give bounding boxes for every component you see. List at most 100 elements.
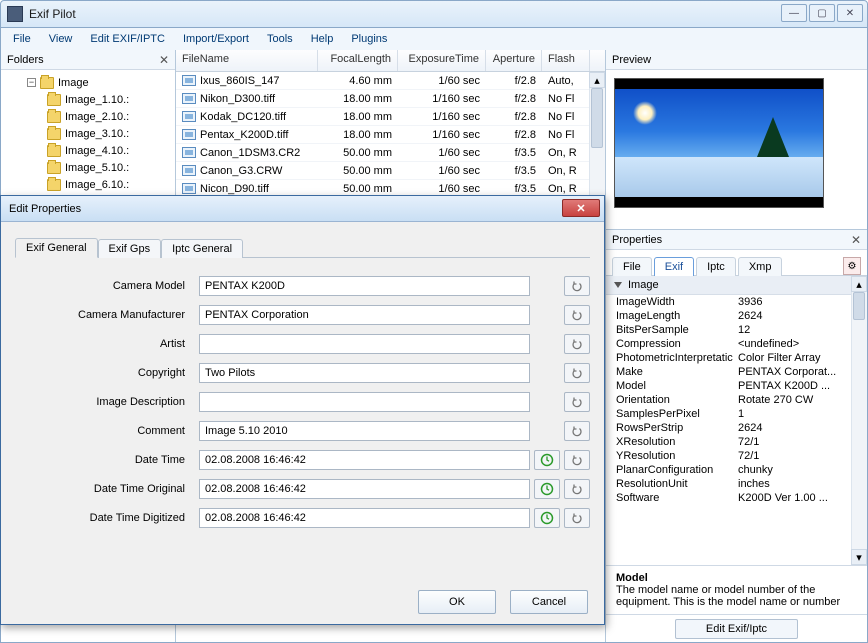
tree-collapse-icon[interactable]: − xyxy=(27,78,36,87)
field-input-artist[interactable] xyxy=(199,334,530,354)
undo-icon[interactable] xyxy=(564,334,590,354)
column-aperture[interactable]: Aperture xyxy=(486,50,542,71)
dialog-tab-exif-gps[interactable]: Exif Gps xyxy=(98,239,162,258)
tree-root-label[interactable]: Image xyxy=(58,77,89,89)
field-input-date-time[interactable] xyxy=(199,450,530,470)
field-input-date-time-digitized[interactable] xyxy=(199,508,530,528)
scroll-thumb[interactable] xyxy=(853,292,865,320)
table-row[interactable]: Canon_G3.CRW50.00 mm1/60 secf/3.5On, R xyxy=(176,162,605,180)
tree-item[interactable]: Image_5.10.: xyxy=(3,159,173,176)
undo-icon[interactable] xyxy=(564,305,590,325)
clock-icon[interactable] xyxy=(534,479,560,499)
scroll-thumb[interactable] xyxy=(591,88,603,148)
expand-icon[interactable] xyxy=(614,282,622,288)
field-input-date-time-original[interactable] xyxy=(199,479,530,499)
property-row[interactable]: ModelPENTAX K200D ... xyxy=(606,379,867,393)
undo-icon[interactable] xyxy=(564,392,590,412)
folder-tree[interactable]: − Image Image_1.10.:Image_2.10.: Image_3.10… xyxy=(1,70,175,197)
field-input-copyright[interactable] xyxy=(199,363,530,383)
tree-item[interactable]: Image_4.10.: xyxy=(3,142,173,159)
file-table-header[interactable]: FileNameFocalLengthExposureTimeApertureF… xyxy=(176,50,605,72)
flash: On, R xyxy=(542,183,590,195)
properties-close-icon[interactable]: ✕ xyxy=(851,233,861,247)
property-row[interactable]: PhotometricInterpretaticColor Filter Arr… xyxy=(606,351,867,365)
clock-icon[interactable] xyxy=(534,450,560,470)
cancel-button[interactable]: Cancel xyxy=(510,590,588,614)
tab-file[interactable]: File xyxy=(612,257,652,276)
aperture: f/3.5 xyxy=(486,147,542,159)
file-name: Canon_G3.CRW xyxy=(200,165,282,177)
property-row[interactable]: PlanarConfigurationchunky xyxy=(606,463,867,477)
menu-tools[interactable]: Tools xyxy=(259,31,301,47)
tree-item-label: Image_3.10.: xyxy=(65,128,129,140)
undo-icon[interactable] xyxy=(564,363,590,383)
table-row[interactable]: Nikon_D300.tiff18.00 mm1/160 secf/2.8No … xyxy=(176,90,605,108)
table-row[interactable]: Ixus_860IS_1474.60 mm1/60 secf/2.8Auto, xyxy=(176,72,605,90)
scroll-up-icon[interactable]: ▴ xyxy=(589,72,605,88)
property-row[interactable]: Compression<undefined> xyxy=(606,337,867,351)
folders-close-icon[interactable]: ✕ xyxy=(159,53,169,67)
properties-list[interactable]: Image ▴ ▾ ImageWidth3936ImageLength2624B… xyxy=(606,276,867,565)
dialog-tab-exif-general[interactable]: Exif General xyxy=(15,238,98,258)
dialog-titlebar[interactable]: Edit Properties ✕ xyxy=(1,196,604,222)
focal-length: 50.00 mm xyxy=(318,165,398,177)
property-row[interactable]: MakePENTAX Corporat... xyxy=(606,365,867,379)
tree-item[interactable]: Image_3.10.: xyxy=(3,125,173,142)
menu-edit-exif-iptc[interactable]: Edit EXIF/IPTC xyxy=(82,31,173,47)
undo-icon[interactable] xyxy=(564,276,590,296)
column-exposuretime[interactable]: ExposureTime xyxy=(398,50,486,71)
props-scrollbar[interactable]: ▴ ▾ xyxy=(851,276,867,565)
menu-view[interactable]: View xyxy=(41,31,81,47)
titlebar[interactable]: Exif Pilot — ▢ ✕ xyxy=(0,0,868,28)
property-row[interactable]: YResolution72/1 xyxy=(606,449,867,463)
menu-file[interactable]: File xyxy=(5,31,39,47)
tab-xmp[interactable]: Xmp xyxy=(738,257,783,276)
aperture: f/3.5 xyxy=(486,165,542,177)
minimize-button[interactable]: — xyxy=(781,4,807,22)
property-row[interactable]: ImageLength2624 xyxy=(606,309,867,323)
property-row[interactable]: OrientationRotate 270 CW xyxy=(606,393,867,407)
table-row[interactable]: Kodak_DC120.tiff18.00 mm1/160 secf/2.8No… xyxy=(176,108,605,126)
property-row[interactable]: SamplesPerPixel1 xyxy=(606,407,867,421)
menu-import-export[interactable]: Import/Export xyxy=(175,31,257,47)
table-row[interactable]: Pentax_K200D.tiff18.00 mm1/160 secf/2.8N… xyxy=(176,126,605,144)
field-input-comment[interactable] xyxy=(199,421,530,441)
table-row[interactable]: Canon_1DSM3.CR250.00 mm1/60 secf/3.5On, … xyxy=(176,144,605,162)
dialog-tab-iptc-general[interactable]: Iptc General xyxy=(161,239,243,258)
ok-button[interactable]: OK xyxy=(418,590,496,614)
undo-icon[interactable] xyxy=(564,479,590,499)
tab-exif[interactable]: Exif xyxy=(654,257,694,276)
undo-icon[interactable] xyxy=(564,508,590,528)
undo-icon[interactable] xyxy=(564,421,590,441)
property-row[interactable]: RowsPerStrip2624 xyxy=(606,421,867,435)
dialog-close-button[interactable]: ✕ xyxy=(562,199,600,217)
undo-icon[interactable] xyxy=(564,450,590,470)
property-value: PENTAX Corporat... xyxy=(738,366,857,378)
file-icon xyxy=(182,129,196,140)
tree-item[interactable]: Image_1.10.: xyxy=(3,91,173,108)
scroll-down-icon[interactable]: ▾ xyxy=(851,549,867,565)
property-row[interactable]: BitsPerSample12 xyxy=(606,323,867,337)
tree-item[interactable]: Image_2.10.: xyxy=(3,108,173,125)
property-row[interactable]: ResolutionUnitinches xyxy=(606,477,867,491)
column-flash[interactable]: Flash xyxy=(542,50,590,71)
menu-help[interactable]: Help xyxy=(303,31,342,47)
close-button[interactable]: ✕ xyxy=(837,4,863,22)
edit-exif-iptc-button[interactable]: Edit Exif/Iptc xyxy=(675,619,798,639)
properties-tool-button[interactable]: ⚙ xyxy=(843,257,861,275)
tree-item[interactable]: Image_6.10.: xyxy=(3,176,173,193)
tab-iptc[interactable]: Iptc xyxy=(696,257,736,276)
property-row[interactable]: XResolution72/1 xyxy=(606,435,867,449)
maximize-button[interactable]: ▢ xyxy=(809,4,835,22)
property-key: ImageWidth xyxy=(616,296,738,308)
clock-icon[interactable] xyxy=(534,508,560,528)
menu-plugins[interactable]: Plugins xyxy=(343,31,395,47)
property-row[interactable]: SoftwareK200D Ver 1.00 ... xyxy=(606,491,867,505)
column-focallength[interactable]: FocalLength xyxy=(318,50,398,71)
property-row[interactable]: ImageWidth3936 xyxy=(606,295,867,309)
scroll-up-icon[interactable]: ▴ xyxy=(851,276,867,292)
field-input-image-description[interactable] xyxy=(199,392,530,412)
column-filename[interactable]: FileName xyxy=(176,50,318,71)
field-input-camera-model[interactable] xyxy=(199,276,530,296)
field-input-camera-manufacturer[interactable] xyxy=(199,305,530,325)
